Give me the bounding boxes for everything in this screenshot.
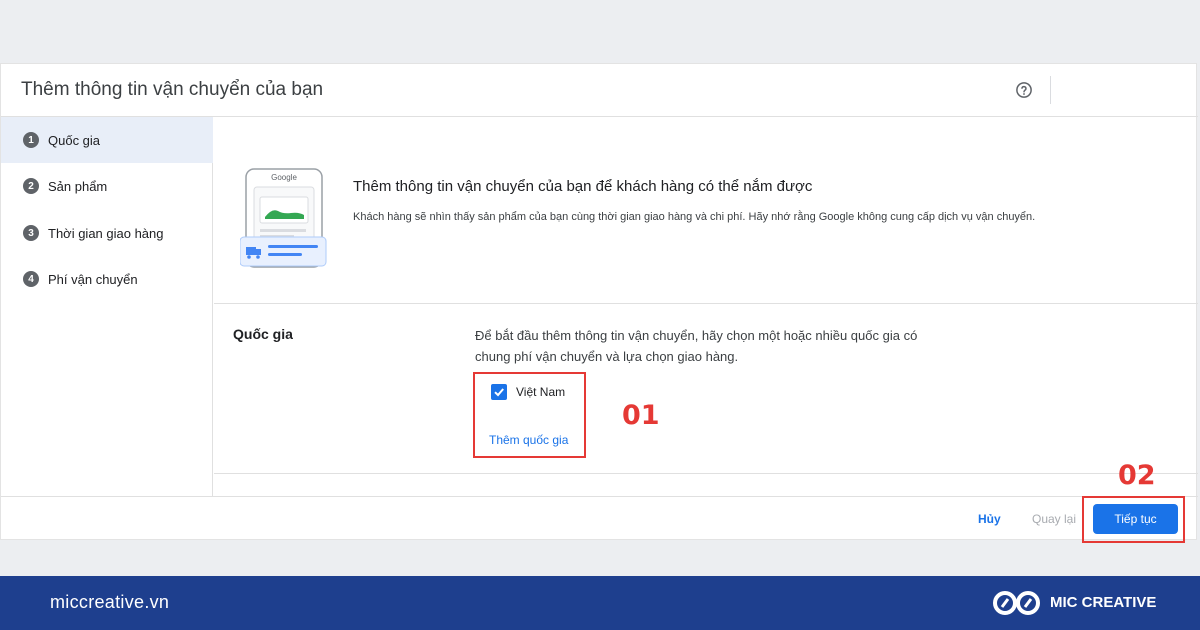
intro-title: Thêm thông tin vận chuyển của bạn để khá… xyxy=(353,178,813,195)
help-icon[interactable] xyxy=(1014,80,1034,100)
dialog-footer: Hủy Quay lại Tiếp tục xyxy=(1,496,1198,540)
country-section-description: Để bắt đầu thêm thông tin vận chuyển, hã… xyxy=(475,328,918,364)
infinity-logo-icon xyxy=(993,591,1040,615)
annotation-02: 02 xyxy=(1118,460,1156,491)
intro-section: Google Thêm thông tin vận chuyển của bạn… xyxy=(214,117,1198,304)
cancel-button[interactable]: Hủy xyxy=(978,512,1001,526)
country-checkbox-label: Việt Nam xyxy=(516,385,566,399)
country-checkbox[interactable] xyxy=(491,384,507,400)
country-section-label: Quốc gia xyxy=(233,326,293,342)
top-background xyxy=(0,0,1200,63)
step-label: Quốc gia xyxy=(48,132,101,148)
sidebar-step-delivery-time[interactable]: 3 Thời gian giao hàng xyxy=(1,210,213,256)
step-label: Sản phẩm xyxy=(48,178,108,194)
sidebar-step-shipping-cost[interactable]: 4 Phí vận chuyển xyxy=(1,256,213,302)
annotation-01: 01 xyxy=(622,400,660,431)
header-divider xyxy=(1050,76,1051,104)
step-label: Thời gian giao hàng xyxy=(48,225,164,241)
add-country-link[interactable]: Thêm quốc gia xyxy=(489,433,568,447)
dialog-header: Thêm thông tin vận chuyển của bạn xyxy=(1,64,1198,117)
shipping-illustration: Google xyxy=(240,168,327,268)
back-button: Quay lại xyxy=(1032,512,1077,526)
highlight-box-continue xyxy=(1082,496,1185,543)
country-section: Quốc gia Để bắt đầu thêm thông tin vận c… xyxy=(214,304,1198,474)
sidebar-step-country[interactable]: 1 Quốc gia xyxy=(1,117,213,163)
step-number: 2 xyxy=(23,178,39,194)
step-label: Phí vận chuyển xyxy=(48,271,138,287)
intro-description: Khách hàng sẽ nhìn thấy sản phẩm của bạn… xyxy=(353,211,1036,223)
site-url: miccreative.vn xyxy=(50,592,170,612)
highlight-box-country: Việt Nam Thêm quốc gia xyxy=(473,372,586,458)
google-wordmark: Google xyxy=(271,173,297,182)
step-number: 4 xyxy=(23,271,39,287)
brand-bar: miccreative.vn MIC CREATIVE xyxy=(0,576,1200,630)
brand-name: MIC CREATIVE xyxy=(1050,594,1157,611)
shipping-setup-dialog: Thêm thông tin vận chuyển của bạn 1 Quốc… xyxy=(0,63,1198,540)
step-number: 3 xyxy=(23,225,39,241)
checkmark-icon xyxy=(494,388,504,397)
step-number: 1 xyxy=(23,132,39,148)
steps-sidebar: 1 Quốc gia 2 Sản phẩm 3 Thời gian giao h… xyxy=(1,117,213,497)
sidebar-step-products[interactable]: 2 Sản phẩm xyxy=(1,163,213,209)
dialog-title: Thêm thông tin vận chuyển của bạn xyxy=(21,79,324,100)
